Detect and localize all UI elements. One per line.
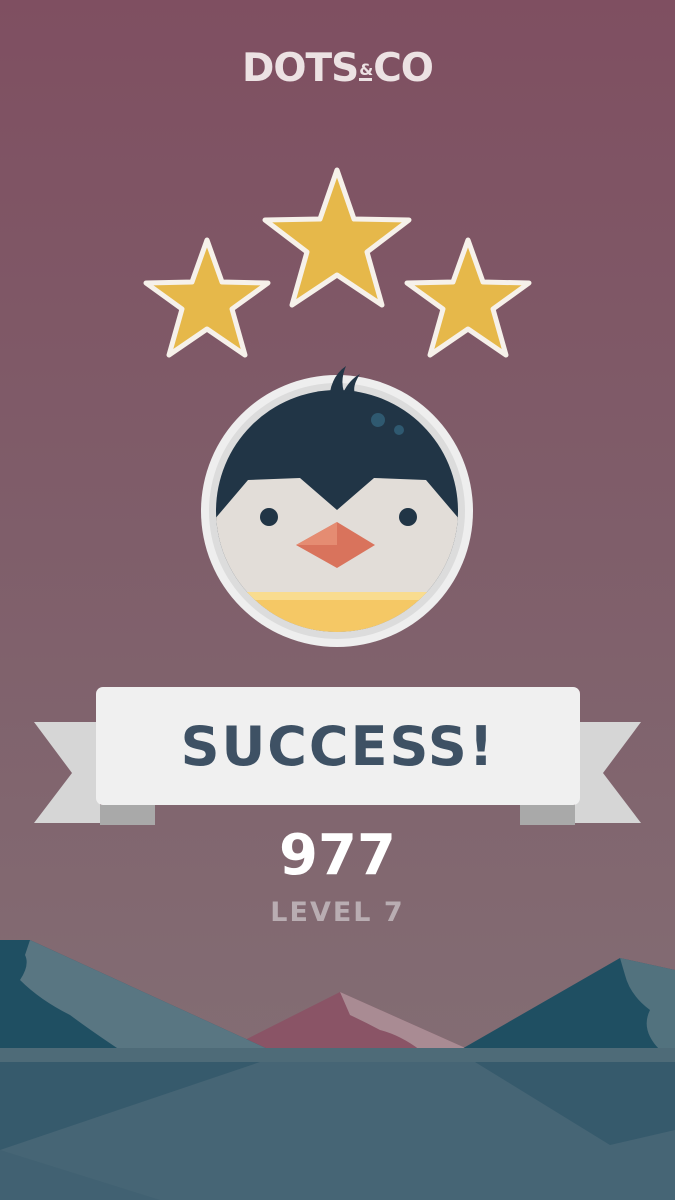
success-banner: SUCCESS! [96,687,580,805]
banner-title: SUCCESS! [180,714,496,778]
mountain-scenery [0,940,675,1200]
score-value: 977 [279,823,396,888]
level-label: LEVEL 7 [270,897,405,928]
star-icon-right [404,237,532,358]
star-rating [143,167,532,358]
star-icon-center [262,167,412,308]
star-icon-left [143,237,271,358]
penguin-badge [201,366,473,647]
